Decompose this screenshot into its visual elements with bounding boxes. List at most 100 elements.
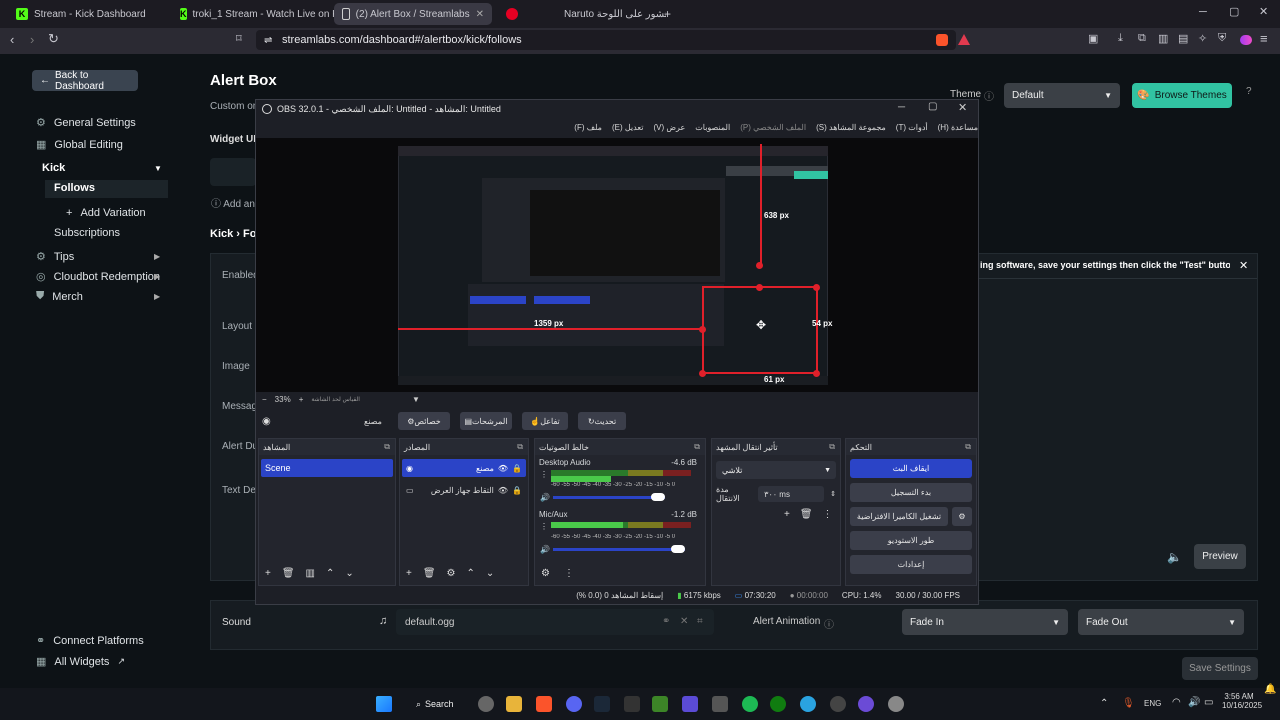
menu-edit[interactable]: تعديل (E) — [612, 123, 643, 136]
browse-themes-button[interactable]: 🎨 Browse Themes — [1132, 83, 1232, 108]
virtual-camera-button[interactable]: تشغيل الكاميرا الافتراضية — [850, 507, 948, 526]
theme-select[interactable]: Default ▼ — [1004, 83, 1120, 108]
brave-rewards-icon[interactable] — [958, 34, 970, 45]
channel-menu-icon[interactable]: ⋮ — [540, 522, 548, 531]
zoom-dropdown-icon[interactable]: ▼ — [412, 395, 420, 404]
tray-chevron-icon[interactable]: ⌃ — [1100, 698, 1108, 709]
studio-mode-button[interactable]: طور الاستوديو — [850, 531, 972, 550]
spotify-icon[interactable] — [742, 696, 758, 712]
source-item-1[interactable]: ◉ مصنع 👁 🔒 — [402, 459, 526, 477]
popout-icon[interactable]: ⧉ — [694, 442, 700, 452]
gear-icon[interactable]: ⚙ — [952, 507, 972, 526]
wifi-icon[interactable]: ◠ — [1172, 697, 1181, 708]
file-explorer-icon[interactable] — [506, 696, 522, 712]
app-icon[interactable] — [682, 696, 698, 712]
stepper-icon[interactable]: ⇕ — [830, 490, 836, 498]
bookmark-icon[interactable]: ⌑ — [236, 32, 242, 45]
menu-file[interactable]: ملف (F) — [574, 123, 602, 136]
gear-icon[interactable]: ⚙ — [447, 568, 456, 579]
sidebar-item-widgets[interactable]: ▦ All Widgets ↗ — [36, 655, 125, 669]
add-icon[interactable]: + — [784, 509, 790, 520]
obs-taskbar-icon[interactable] — [830, 696, 846, 712]
zoom-in-icon[interactable]: + — [299, 395, 304, 404]
popout-icon[interactable]: ⧉ — [517, 442, 523, 452]
close-window-icon[interactable]: ✕ — [1259, 5, 1268, 18]
popout-icon[interactable]: ⧉ — [965, 442, 971, 452]
add-icon[interactable]: + — [406, 568, 412, 579]
interact-button[interactable]: ☝ تفاعل — [522, 412, 568, 430]
trash-icon[interactable]: 🗑 — [423, 568, 436, 579]
tab-alert-box[interactable]: (2) Alert Box / Streamlabs ✕ — [334, 3, 492, 25]
volume-icon[interactable]: 🔊 — [540, 545, 550, 554]
menu-scene-collection[interactable]: مجموعة المشاهد (S) — [816, 123, 886, 136]
new-tab-icon[interactable]: + — [664, 7, 671, 21]
zoom-out-icon[interactable]: − — [262, 395, 267, 404]
back-arrow-icon[interactable]: ‹ — [10, 32, 14, 47]
sidebar-item-follows[interactable]: Follows — [54, 182, 95, 194]
down-icon[interactable]: ⌄ — [486, 568, 494, 579]
mic-icon[interactable]: 🎙 — [1122, 698, 1135, 709]
minecraft-icon[interactable] — [652, 696, 668, 712]
lock-icon[interactable]: 🔒 — [512, 464, 522, 473]
url-field[interactable]: ⇌ streamlabs.com/dashboard#/alertbox/kick… — [256, 30, 956, 50]
obs-close-icon[interactable]: ✕ — [958, 101, 967, 114]
trash-icon[interactable]: 🗑 — [800, 509, 813, 520]
close-notice-icon[interactable]: ✕ — [1239, 259, 1248, 272]
down-icon[interactable]: ⌄ — [345, 568, 353, 579]
notification-icon[interactable]: 🔔 — [1264, 684, 1276, 695]
battery-icon[interactable]: ▭ — [1204, 697, 1213, 708]
sidebar-item-tips[interactable]: ⚙ Tips ▶ — [36, 250, 160, 264]
menu-help[interactable]: مساعدة (H) — [938, 123, 978, 136]
volume-icon[interactable]: 🔊 — [540, 493, 550, 502]
menu-tools[interactable]: أدوات (T) — [896, 123, 928, 136]
menu-profile[interactable]: الملف الشخصي (P) — [740, 123, 806, 136]
sidebar-item-general[interactable]: ⚙ General Settings — [36, 116, 136, 130]
refresh-button[interactable]: ↻ تحديث — [578, 412, 626, 430]
forward-arrow-icon[interactable]: › — [30, 32, 34, 47]
unity-icon[interactable] — [712, 696, 728, 712]
extensions-icon[interactable]: ✧ — [1198, 32, 1207, 45]
fade-in-select[interactable]: Fade In ▼ — [902, 609, 1068, 635]
info-icon[interactable]: ⓘ — [984, 88, 994, 103]
widget-url-field[interactable] — [210, 158, 256, 186]
eye-icon[interactable]: 👁 — [498, 486, 508, 495]
settings-button[interactable]: إعدادات — [850, 555, 972, 574]
add-icon[interactable]: + — [265, 568, 271, 579]
duration-field[interactable]: ٣٠٠ ms — [758, 486, 825, 502]
volume-handle[interactable] — [651, 493, 665, 501]
wallet-icon[interactable]: ▤ — [1178, 32, 1188, 45]
sidebar-item-subscriptions[interactable]: Subscriptions — [54, 227, 120, 239]
reload-icon[interactable]: ↻ — [48, 31, 59, 47]
sidebar-item-connect[interactable]: ⚭ Connect Platforms — [36, 634, 144, 648]
handle[interactable] — [756, 262, 763, 269]
screenshot-icon[interactable]: ⧉ — [1138, 32, 1146, 45]
grid-icon[interactable]: ⌗ — [697, 616, 703, 627]
app-icon[interactable] — [858, 696, 874, 712]
terminal-icon[interactable] — [624, 696, 640, 712]
eye-icon[interactable]: 👁 — [498, 464, 508, 473]
clear-icon[interactable]: ✕ — [680, 616, 688, 627]
save-settings-button[interactable]: Save Settings — [1182, 657, 1258, 680]
obs-window[interactable]: OBS 32.0.1 - الملف الشخصي: Untitled - ال… — [255, 99, 979, 605]
telegram-icon[interactable] — [800, 696, 816, 712]
handle[interactable] — [699, 370, 706, 377]
tab-naruto[interactable]: Naruto منشور على اللوحة — [556, 3, 666, 25]
xbox-icon[interactable] — [770, 696, 786, 712]
volume-slider[interactable] — [553, 548, 685, 551]
windows-start-icon[interactable] — [376, 696, 392, 712]
menu-icon[interactable]: ≡ — [1260, 31, 1268, 46]
sidebar-item-global[interactable]: ▦ Global Editing — [36, 138, 123, 152]
handle[interactable] — [813, 284, 820, 291]
brave-shield-icon[interactable] — [936, 34, 948, 46]
sidebar-toggle-icon[interactable]: ▥ — [1158, 32, 1168, 45]
menu-dots-icon[interactable]: ⋮ — [564, 568, 574, 579]
sidebar-item-merch[interactable]: ⛊ Merch ▶ — [36, 290, 160, 303]
sidebar-item-cloudbot[interactable]: ◎ Cloudbot Redemption ▶ — [36, 270, 160, 284]
handle[interactable] — [813, 370, 820, 377]
obs-preview[interactable]: 638 px 1359 px 54 px 61 px ✥ — [256, 138, 978, 392]
filters-button[interactable]: ▤ المرشحات — [460, 412, 512, 430]
scene-item[interactable]: Scene — [261, 459, 393, 477]
properties-button[interactable]: ⚙ خصائص — [398, 412, 450, 430]
site-settings-icon[interactable]: ⇌ — [264, 35, 272, 46]
add-variation-button[interactable]: + Add Variation — [66, 207, 146, 219]
